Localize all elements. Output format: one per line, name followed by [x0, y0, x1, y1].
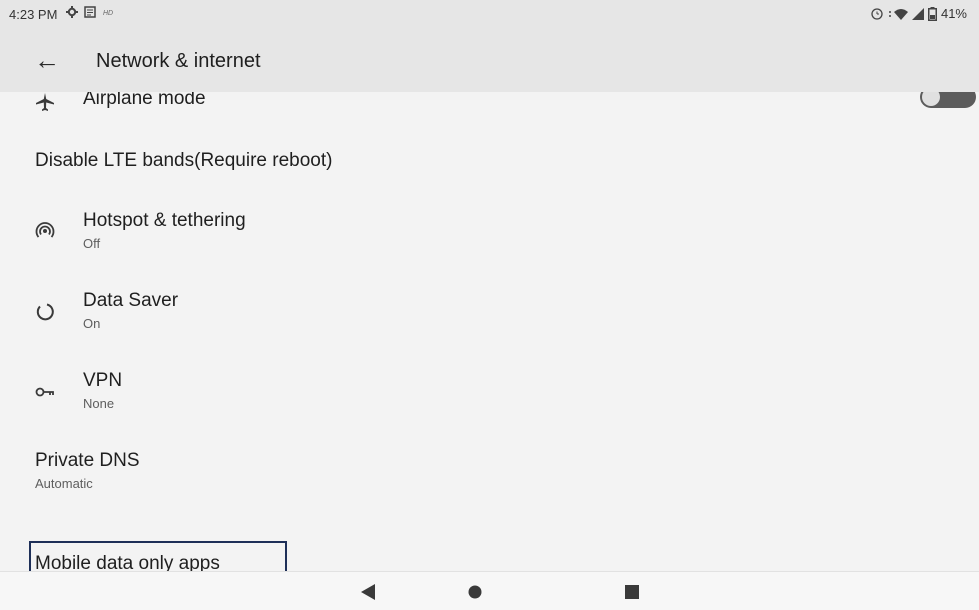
setting-disable-lte-bands[interactable]: Disable LTE bands(Require reboot)	[0, 136, 979, 184]
data-saver-icon	[33, 300, 57, 324]
setting-airplane-mode[interactable]: Airplane mode	[0, 92, 979, 116]
battery-icon	[927, 6, 937, 21]
setting-subtitle: Automatic	[35, 476, 93, 491]
setting-hotspot-tethering[interactable]: Hotspot & tethering Off	[0, 204, 979, 264]
setting-title: Disable LTE bands(Require reboot)	[35, 150, 333, 171]
notes-icon	[84, 6, 96, 18]
setting-private-dns[interactable]: Private DNS Automatic	[0, 444, 979, 504]
navigation-bar	[0, 571, 979, 610]
recents-square-icon[interactable]	[622, 582, 642, 602]
setting-title: Data Saver	[83, 290, 179, 311]
toggle-knob	[922, 92, 940, 106]
hotspot-icon	[33, 219, 57, 243]
setting-mobile-data-only-apps[interactable]: Mobile data only apps	[0, 528, 979, 571]
setting-data-saver[interactable]: Data Saver On	[0, 284, 979, 344]
gear-icon	[66, 6, 78, 18]
home-circle-icon[interactable]	[465, 582, 485, 602]
status-right-icons: 41%	[870, 6, 967, 21]
status-left-icons: HD	[66, 6, 116, 18]
alarm-icon	[871, 7, 883, 20]
setting-title: Airplane mode	[83, 92, 206, 109]
airplane-toggle[interactable]	[920, 92, 976, 108]
wifi-icon	[888, 8, 908, 20]
signal-icon	[911, 7, 924, 20]
hd-icon: HD	[103, 10, 113, 17]
setting-subtitle: Off	[83, 236, 101, 251]
settings-list[interactable]: Airplane mode Disable LTE bands(Require …	[0, 92, 979, 571]
airplane-icon	[33, 92, 57, 114]
battery-percent: 41%	[940, 6, 967, 21]
page-title: Network & internet	[96, 50, 261, 72]
setting-title: Private DNS	[35, 450, 140, 471]
setting-vpn[interactable]: VPN None	[0, 364, 979, 424]
svg-text:HD: HD	[103, 10, 113, 17]
setting-title: VPN	[83, 370, 123, 391]
status-bar: 4:23 PM HD 41%	[0, 0, 979, 30]
setting-title: Mobile data only apps	[35, 553, 220, 571]
setting-subtitle: None	[83, 396, 115, 411]
arrow-left-icon[interactable]: ←	[34, 47, 60, 73]
vpn-key-icon	[33, 380, 57, 404]
back-triangle-icon[interactable]	[358, 582, 378, 602]
app-bar: ← Network & internet	[0, 30, 979, 92]
status-time: 4:23 PM	[9, 7, 58, 22]
setting-title: Hotspot & tethering	[83, 210, 246, 231]
setting-subtitle: On	[83, 316, 101, 331]
